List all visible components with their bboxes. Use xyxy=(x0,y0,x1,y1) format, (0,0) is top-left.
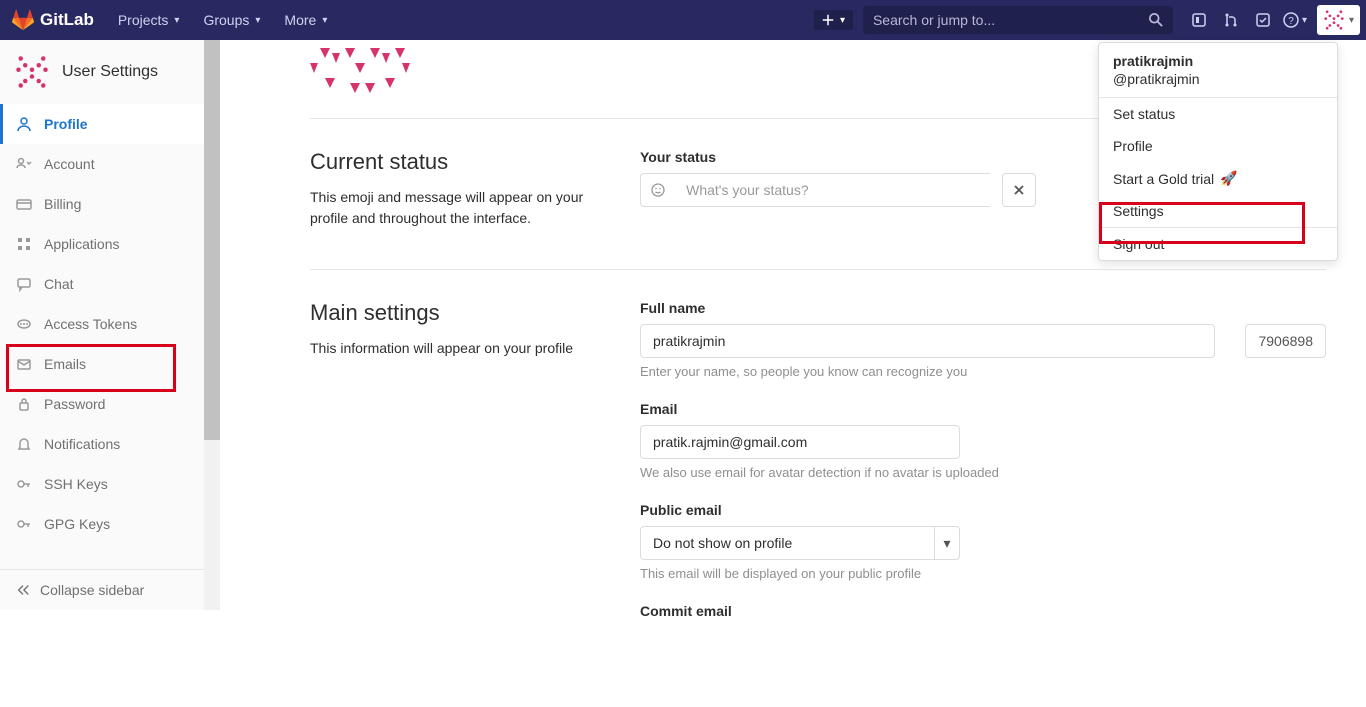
public-email-help: This email will be displayed on your pub… xyxy=(640,566,1326,581)
smile-icon xyxy=(650,182,666,198)
status-input[interactable] xyxy=(674,173,990,207)
user-dropdown: pratikrajmin @pratikrajmin Set status Pr… xyxy=(1098,42,1338,261)
nav-projects[interactable]: Projects▾ xyxy=(106,0,192,40)
sidebar-item-ssh-keys[interactable]: SSH Keys xyxy=(0,464,219,504)
divider xyxy=(310,269,1326,270)
plus-icon xyxy=(822,14,834,26)
status-desc: This emoji and message will appear on yo… xyxy=(310,187,610,229)
collapse-sidebar[interactable]: Collapse sidebar xyxy=(0,569,219,610)
dropdown-set-status[interactable]: Set status xyxy=(1099,98,1337,130)
email-input[interactable] xyxy=(640,425,960,459)
lock-icon xyxy=(16,396,32,412)
nav-groups[interactable]: Groups▾ xyxy=(191,0,272,40)
profile-icon xyxy=(16,116,32,132)
emoji-picker-button[interactable] xyxy=(640,173,674,207)
fullname-input[interactable] xyxy=(640,324,1215,358)
sidebar-item-chat[interactable]: Chat xyxy=(0,264,219,304)
rocket-icon: 🚀 xyxy=(1220,170,1237,187)
sidebar-item-label: Chat xyxy=(44,276,74,292)
billing-icon xyxy=(16,196,32,212)
token-icon xyxy=(16,316,32,332)
todos-icon[interactable] xyxy=(1247,0,1279,40)
sidebar-item-label: Emails xyxy=(44,356,86,372)
sidebar-title: User Settings xyxy=(62,63,158,81)
email-help: We also use email for avatar detection i… xyxy=(640,465,1326,480)
main-heading: Main settings xyxy=(310,300,610,326)
sidebar-item-label: Account xyxy=(44,156,95,172)
close-icon xyxy=(1013,184,1025,196)
sidebar-item-account[interactable]: Account xyxy=(0,144,219,184)
large-avatar-icon xyxy=(310,48,410,98)
avatar-icon xyxy=(1323,9,1345,31)
user-id-display: 7906898 xyxy=(1245,324,1326,358)
search-box[interactable] xyxy=(863,6,1173,34)
sidebar: User Settings Profile Account Billing Ap… xyxy=(0,40,220,610)
brand-logo[interactable]: GitLab xyxy=(0,9,106,31)
sidebar-item-label: Profile xyxy=(44,116,88,132)
help-icon[interactable]: ?▾ xyxy=(1279,0,1311,40)
sidebar-item-label: Notifications xyxy=(44,436,120,452)
sidebar-item-label: Password xyxy=(44,396,105,412)
top-nav: GitLab Projects▾ Groups▾ More▾ ▾ ?▾ ▾ xyxy=(0,0,1366,40)
status-heading: Current status xyxy=(310,149,610,175)
chat-icon xyxy=(16,276,32,292)
svg-text:?: ? xyxy=(1288,16,1294,27)
brand-text: GitLab xyxy=(40,10,94,30)
merge-requests-icon[interactable] xyxy=(1215,0,1247,40)
sidebar-item-gpg-keys[interactable]: GPG Keys xyxy=(0,504,219,544)
main-desc: This information will appear on your pro… xyxy=(310,338,610,359)
sidebar-item-profile[interactable]: Profile xyxy=(0,104,219,144)
fullname-help: Enter your name, so people you know can … xyxy=(640,364,1215,379)
dropdown-sign-out[interactable]: Sign out xyxy=(1099,228,1337,260)
new-menu[interactable]: ▾ xyxy=(814,10,853,30)
bell-icon xyxy=(16,436,32,452)
key-icon xyxy=(16,476,32,492)
key-icon xyxy=(16,516,32,532)
sidebar-scrollbar[interactable] xyxy=(204,40,220,610)
commit-email-label: Commit email xyxy=(640,603,1326,619)
user-menu-button[interactable]: ▾ xyxy=(1317,5,1360,35)
sidebar-item-label: Access Tokens xyxy=(44,316,137,332)
issues-icon[interactable] xyxy=(1183,0,1215,40)
email-icon xyxy=(16,356,32,372)
sidebar-item-label: Applications xyxy=(44,236,120,252)
sidebar-item-label: SSH Keys xyxy=(44,476,108,492)
sidebar-item-notifications[interactable]: Notifications xyxy=(0,424,219,464)
email-label: Email xyxy=(640,401,1326,417)
sidebar-avatar-icon xyxy=(14,54,50,90)
fullname-label: Full name xyxy=(640,300,1215,316)
search-input[interactable] xyxy=(873,12,1149,28)
sidebar-item-emails[interactable]: Emails xyxy=(0,344,219,384)
sidebar-header: User Settings xyxy=(0,40,219,104)
dropdown-user-handle: @pratikrajmin xyxy=(1113,71,1323,87)
sidebar-item-billing[interactable]: Billing xyxy=(0,184,219,224)
sidebar-item-password[interactable]: Password xyxy=(0,384,219,424)
dropdown-gold-trial[interactable]: Start a Gold trial🚀 xyxy=(1099,162,1337,195)
sidebar-item-label: Billing xyxy=(44,196,81,212)
dropdown-profile[interactable]: Profile xyxy=(1099,130,1337,162)
section-main-settings: Main settings This information will appe… xyxy=(310,300,1326,627)
dropdown-settings[interactable]: Settings xyxy=(1099,195,1337,227)
applications-icon xyxy=(16,236,32,252)
clear-status-button[interactable] xyxy=(1002,173,1036,207)
chevron-down-icon[interactable]: ▾ xyxy=(934,526,960,560)
public-email-select[interactable]: Do not show on profile xyxy=(640,526,960,560)
sidebar-item-label: GPG Keys xyxy=(44,516,110,532)
gitlab-icon xyxy=(12,9,34,31)
nav-more[interactable]: More▾ xyxy=(272,0,339,40)
collapse-icon xyxy=(16,583,30,597)
public-email-label: Public email xyxy=(640,502,1326,518)
sidebar-item-access-tokens[interactable]: Access Tokens xyxy=(0,304,219,344)
sidebar-item-applications[interactable]: Applications xyxy=(0,224,219,264)
search-icon xyxy=(1149,13,1163,27)
account-icon xyxy=(16,156,32,172)
dropdown-user-name: pratikrajmin xyxy=(1113,53,1323,69)
